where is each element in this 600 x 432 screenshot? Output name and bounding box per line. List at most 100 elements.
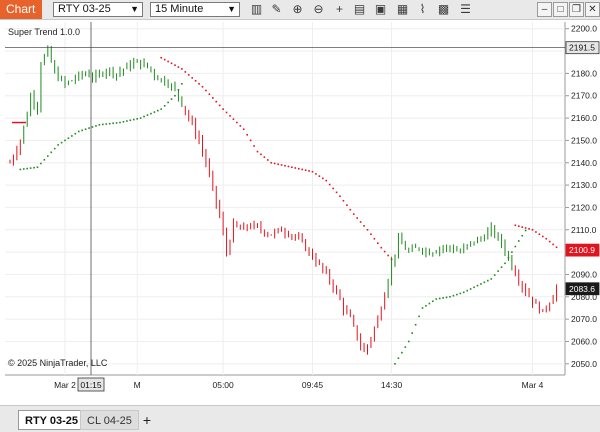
supertrend-dot <box>349 208 352 211</box>
supertrend-dot <box>43 158 46 161</box>
supertrend-dot <box>383 250 386 253</box>
supertrend-dot <box>318 175 321 177</box>
supertrend-dot <box>115 122 118 124</box>
price-chart[interactable]: 2200.02190.02180.02170.02160.02150.02140… <box>0 20 600 400</box>
supertrend-dot <box>538 233 541 236</box>
x-tick-label: Mar 2 <box>54 380 76 390</box>
supertrend-dot <box>232 118 235 120</box>
supertrend-dot <box>71 135 73 137</box>
supertrend-dot <box>280 164 283 166</box>
supertrend-dot <box>174 64 176 66</box>
draw-tools-icon[interactable]: ✎ <box>269 2 284 17</box>
supertrend-dot <box>163 104 166 107</box>
supertrend-dot <box>67 137 70 139</box>
interval-selector[interactable]: 15 Minute ▼ <box>150 2 240 17</box>
supertrend-dot <box>157 109 159 112</box>
supertrend-dot <box>500 266 503 269</box>
supertrend-dot <box>548 240 551 243</box>
supertrend-dot <box>363 225 365 227</box>
supertrend-dot <box>201 85 204 88</box>
zoom-out-icon[interactable]: ⊖ <box>311 2 326 17</box>
copyright-text: © 2025 NinjaTrader, LLC <box>8 358 108 368</box>
supertrend-dot <box>504 262 506 265</box>
tab-cl[interactable]: CL 04-25 <box>80 410 139 430</box>
supertrend-dot <box>95 125 97 127</box>
supertrend-dot <box>535 231 537 233</box>
supertrend-price-label: 2100.9 <box>569 245 595 255</box>
x-tick-label: 14:30 <box>381 380 403 390</box>
supertrend-dot <box>359 221 362 223</box>
supertrend-dot <box>514 224 517 227</box>
crosshair-icon[interactable]: + <box>332 2 347 17</box>
tab-rty[interactable]: RTY 03-25 <box>18 410 85 430</box>
supertrend-line <box>12 56 558 365</box>
supertrend-dot <box>225 111 228 114</box>
supertrend-dot <box>129 119 132 122</box>
chart-trader-icon[interactable]: ▩ <box>436 2 451 17</box>
supertrend-dot <box>263 156 266 158</box>
restore-button[interactable]: ❐ <box>569 2 584 17</box>
supertrend-dot <box>22 168 25 170</box>
minimize-button[interactable]: – <box>537 2 552 17</box>
supertrend-dot <box>253 145 255 147</box>
supertrend-dot <box>29 167 32 169</box>
x-tick-label: 05:00 <box>212 380 234 390</box>
supertrend-dot <box>304 169 307 172</box>
y-tick-label: 2180.0 <box>571 68 597 78</box>
supertrend-dot <box>33 166 35 169</box>
y-tick-label: 2090.0 <box>571 269 597 279</box>
supertrend-dot <box>476 284 479 287</box>
supertrend-dot <box>84 128 87 131</box>
bar-type-icon[interactable]: ▥ <box>249 2 264 17</box>
supertrend-dot <box>77 130 80 133</box>
instrument-selector[interactable]: RTY 03-25 ▼ <box>53 2 143 17</box>
supertrend-dot <box>40 162 42 165</box>
supertrend-dot <box>346 204 348 207</box>
price-axis: 2200.02190.02180.02170.02160.02150.02140… <box>565 24 597 369</box>
supertrend-dot <box>150 112 152 115</box>
supertrend-dot <box>218 104 221 107</box>
supertrend-dot <box>163 58 166 61</box>
supertrend-dot <box>287 165 290 168</box>
supertrend-dot <box>517 240 520 242</box>
supertrend-dot <box>421 307 424 309</box>
supertrend-dot <box>377 242 379 244</box>
crosshair-time-label: 01:15 <box>80 380 102 390</box>
data-box-icon[interactable]: ☰ <box>458 2 473 17</box>
supertrend-dot <box>239 125 242 127</box>
supertrend-dot <box>480 283 482 285</box>
chart-toolbar: Chart RTY 03-25 ▼ 15 Minute ▼ ▥ ✎ ⊕ ⊖ + … <box>0 0 600 20</box>
supertrend-dot <box>277 163 279 166</box>
supertrend-dot <box>531 228 534 231</box>
add-tab-button[interactable]: + <box>140 410 154 430</box>
indicators-icon[interactable]: ▣ <box>373 2 388 17</box>
supertrend-dot <box>356 217 358 219</box>
supertrend-dot <box>366 228 369 231</box>
supertrend-dot <box>136 118 138 120</box>
supertrend-dot <box>246 134 248 136</box>
supertrend-dot <box>126 120 128 122</box>
strategies-icon[interactable]: ▦ <box>395 2 410 17</box>
close-button[interactable]: ✕ <box>585 2 600 17</box>
properties-icon[interactable]: ⌇ <box>415 2 430 17</box>
supertrend-dot <box>112 122 114 125</box>
supertrend-dot <box>438 297 441 300</box>
supertrend-dot <box>102 123 104 126</box>
zoom-in-icon[interactable]: ⊕ <box>290 2 305 17</box>
supertrend-dot <box>394 363 396 365</box>
maximize-button[interactable]: □ <box>553 2 568 17</box>
supertrend-dot <box>108 122 111 125</box>
crosshair-price-label: 2191.5 <box>569 43 595 53</box>
supertrend-dot <box>493 274 496 276</box>
x-tick-label: Mar 4 <box>522 380 544 390</box>
x-tick-label: 09:45 <box>302 380 324 390</box>
supertrend-dot <box>507 256 510 259</box>
supertrend-dot <box>339 195 341 198</box>
supertrend-dot <box>445 296 448 299</box>
supertrend-dot <box>143 115 145 118</box>
tab-cl-label: CL 04-25 <box>87 415 132 427</box>
templates-icon[interactable]: ▤ <box>352 2 367 17</box>
app-tab-chart[interactable]: Chart <box>0 0 42 19</box>
supertrend-dot <box>511 251 513 253</box>
supertrend-dot <box>53 147 56 150</box>
